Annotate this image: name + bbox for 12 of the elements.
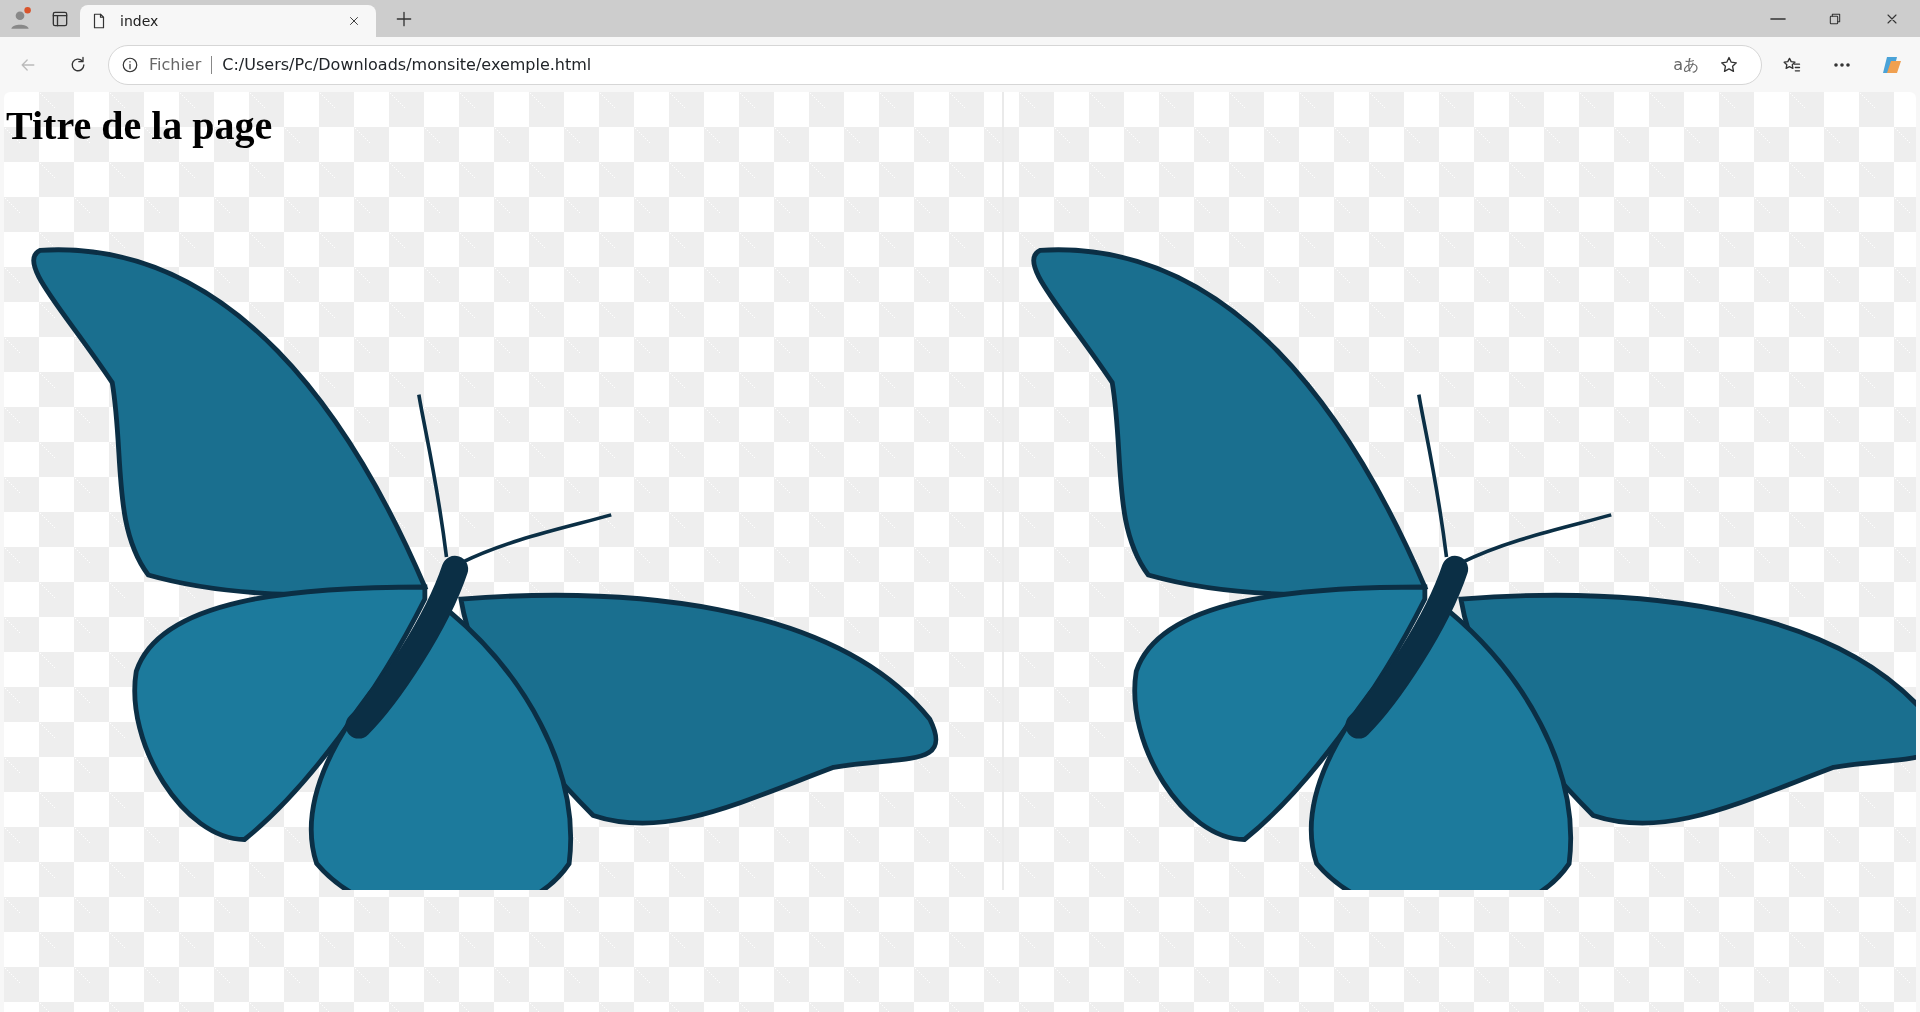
more-icon [1834, 62, 1850, 67]
tab-title: index [120, 11, 160, 31]
browser-tab[interactable]: index [80, 5, 376, 37]
page-heading: Titre de la page [6, 102, 274, 150]
star-icon [1719, 54, 1739, 75]
minimize-icon [1769, 17, 1786, 20]
url-text: C:/Users/Pc/Downloads/monsite/exemple.html [222, 53, 593, 76]
translate-button[interactable]: aあ [1673, 52, 1699, 77]
address-bar[interactable]: Fichier C:/Users/Pc/Downloads/monsite/exemple.html aあ [108, 44, 1762, 85]
security-label: Fichier [149, 53, 202, 76]
info-icon [121, 55, 139, 74]
close-icon [347, 14, 361, 28]
